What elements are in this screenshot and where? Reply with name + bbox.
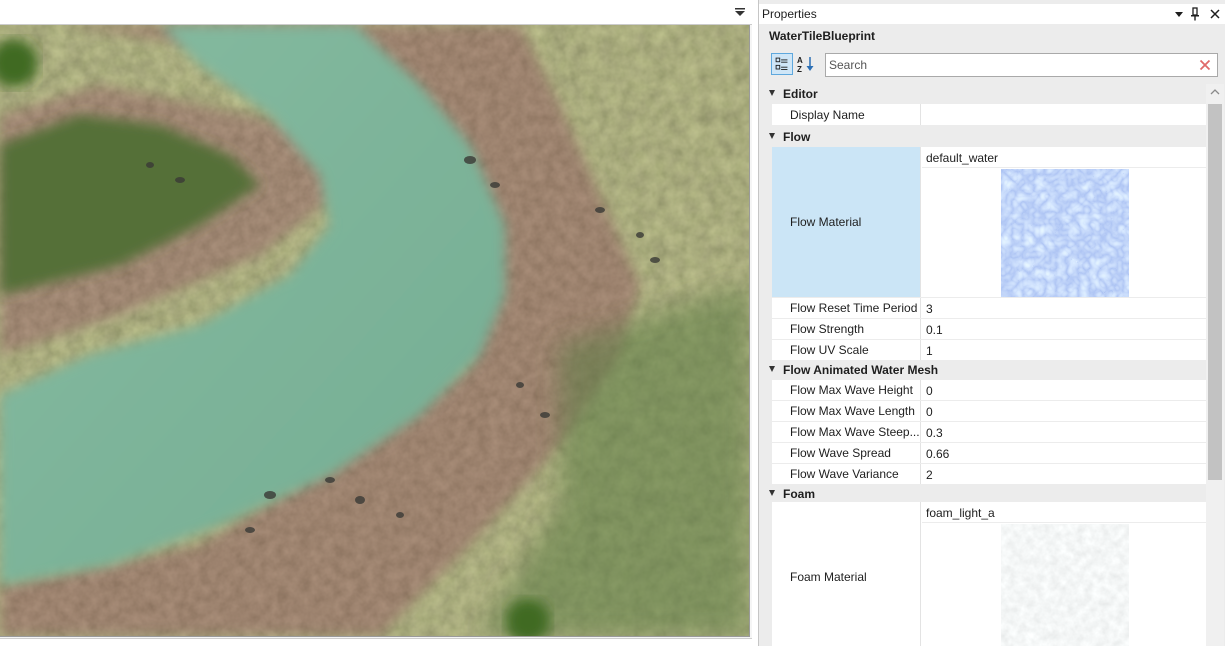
- property-name: Flow Max Wave Height: [790, 383, 913, 397]
- property-name: Flow Max Wave Steep...: [790, 425, 920, 439]
- flow-max-wave-length-field[interactable]: 0: [922, 401, 1206, 421]
- property-name: Foam Material: [790, 570, 867, 584]
- property-row-foam-material[interactable]: Foam Material foam_light_a: [772, 502, 1206, 646]
- panel-title-bar: Properties: [759, 4, 1225, 24]
- property-row-flow-max-wave-height[interactable]: Flow Max Wave Height 0: [772, 380, 1206, 400]
- scene-render-image: [0, 25, 749, 636]
- property-name: Flow Max Wave Length: [790, 404, 915, 418]
- panel-title: Properties: [762, 7, 817, 21]
- categorized-view-button[interactable]: [771, 53, 793, 75]
- category-flow[interactable]: Flow: [759, 127, 1206, 147]
- properties-panel: Properties WaterTileBlueprint A Z Search…: [758, 0, 1225, 646]
- pin-icon[interactable]: [1187, 6, 1203, 22]
- search-input[interactable]: [829, 56, 1189, 74]
- vertical-scrollbar[interactable]: [1206, 84, 1224, 646]
- collapse-arrow-icon[interactable]: [769, 90, 775, 96]
- material-name: foam_light_a: [926, 506, 995, 520]
- svg-text:Z: Z: [797, 65, 802, 74]
- property-name: Flow Material: [790, 215, 862, 229]
- flow-wave-variance-field[interactable]: 2: [922, 464, 1206, 484]
- display-name-field[interactable]: [922, 104, 1206, 125]
- clear-search-icon[interactable]: [1197, 57, 1213, 73]
- property-name: Flow Wave Spread: [790, 446, 891, 460]
- categorized-view-icon: [775, 57, 788, 70]
- scrollbar-thumb[interactable]: [1208, 104, 1222, 480]
- material-thumbnail[interactable]: [1001, 524, 1129, 646]
- property-row-flow-wave-variance[interactable]: Flow Wave Variance 2: [772, 464, 1206, 484]
- category-flow-animated-water-mesh[interactable]: Flow Animated Water Mesh: [759, 360, 1206, 380]
- property-name: Flow UV Scale: [790, 343, 869, 357]
- object-name: WaterTileBlueprint: [769, 29, 876, 43]
- flow-max-wave-height-field[interactable]: 0: [922, 380, 1206, 400]
- property-row-flow-material[interactable]: Flow Material default_water: [772, 147, 1206, 297]
- foam-material-field[interactable]: foam_light_a: [922, 502, 1206, 646]
- property-name: Flow Strength: [790, 322, 865, 336]
- property-row-flow-max-wave-steepness[interactable]: Flow Max Wave Steep... 0.3: [772, 422, 1206, 442]
- property-row-flow-uv-scale[interactable]: Flow UV Scale 1: [772, 340, 1206, 360]
- svg-text:A: A: [797, 56, 803, 65]
- alphabetical-sort-icon: A Z: [797, 56, 814, 74]
- flow-wave-spread-field[interactable]: 0.66: [922, 443, 1206, 463]
- viewport-toolbar: [0, 0, 752, 25]
- property-row-flow-max-wave-length[interactable]: Flow Max Wave Length 0: [772, 401, 1206, 421]
- dropdown-icon[interactable]: [1171, 6, 1187, 22]
- material-thumbnail[interactable]: [1001, 169, 1129, 297]
- search-box: [825, 53, 1218, 77]
- flow-max-wave-steepness-field[interactable]: 0.3: [922, 422, 1206, 442]
- flow-uv-scale-field[interactable]: 1: [922, 340, 1206, 360]
- alphabetical-sort-button[interactable]: A Z: [795, 53, 817, 75]
- category-foam[interactable]: Foam: [759, 484, 1206, 504]
- close-icon[interactable]: [1207, 6, 1223, 22]
- viewport-panel: [0, 0, 752, 647]
- collapse-arrow-icon[interactable]: [769, 490, 775, 496]
- property-name: Flow Reset Time Period: [790, 301, 918, 315]
- property-row-flow-strength[interactable]: Flow Strength 0.1: [772, 319, 1206, 339]
- category-editor[interactable]: Editor: [759, 84, 1206, 104]
- flow-material-field[interactable]: default_water: [922, 147, 1206, 297]
- property-row-flow-reset-time-period[interactable]: Flow Reset Time Period 3: [772, 298, 1206, 318]
- property-grid: Editor Display Name Flow Flow Material d…: [759, 84, 1206, 646]
- property-row-display-name[interactable]: Display Name: [772, 104, 1206, 125]
- material-name: default_water: [926, 151, 999, 165]
- collapse-arrow-icon[interactable]: [769, 366, 775, 372]
- property-name: Flow Wave Variance: [790, 467, 899, 481]
- scroll-up-icon[interactable]: [1210, 87, 1220, 97]
- flow-strength-field[interactable]: 0.1: [922, 319, 1206, 339]
- property-name: Display Name: [790, 107, 865, 122]
- collapse-arrow-icon[interactable]: [769, 133, 775, 139]
- flow-reset-time-period-field[interactable]: 3: [922, 298, 1206, 318]
- property-row-flow-wave-spread[interactable]: Flow Wave Spread 0.66: [772, 443, 1206, 463]
- dropdown-menu-icon[interactable]: [732, 4, 748, 20]
- scene-viewport[interactable]: [0, 25, 750, 637]
